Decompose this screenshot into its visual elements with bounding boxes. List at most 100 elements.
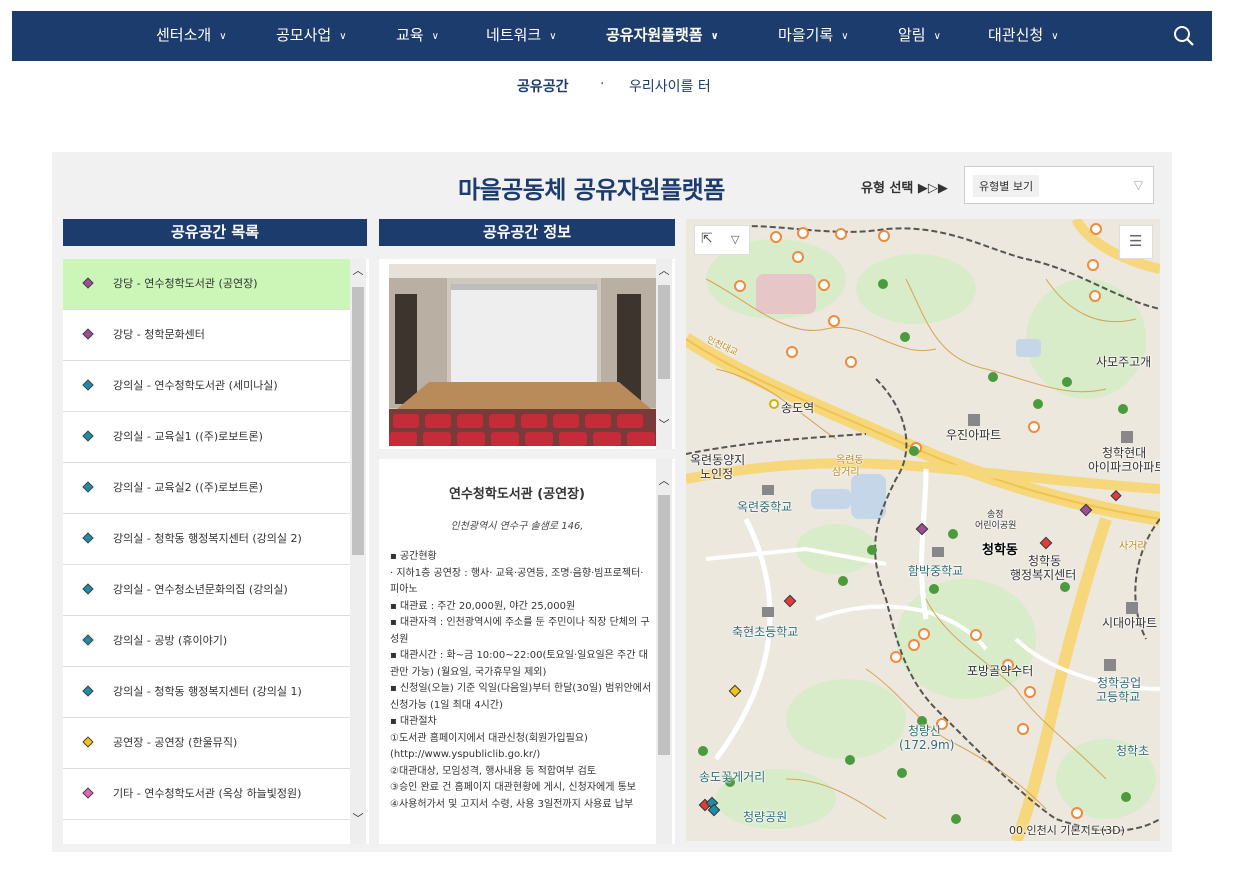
scroll-up-icon[interactable]: ︿	[656, 263, 672, 279]
list-item[interactable]	[63, 820, 350, 844]
chevron-down-icon: ∨	[431, 31, 439, 42]
list-item[interactable]: 강당 - 청학문화센터	[63, 310, 350, 361]
breadcrumb: 공유공간 · 우리사이를 터	[0, 76, 1233, 98]
nav-item-shared-platform[interactable]: 공유자원플랫폼 ∨	[606, 11, 719, 61]
space-name: 연수청학도서관 (공연장)	[448, 487, 585, 502]
nav-item-label: 공모사업	[276, 26, 332, 44]
list-item[interactable]: 강의실 - 청학동 행정복지센터 (강의실 1)	[63, 667, 350, 718]
list-item-label: 강의실 - 청학동 행정복지센터 (강의실 1)	[113, 685, 302, 698]
list-item-label: 강의실 - 연수청학도서관 (세미나실)	[113, 379, 278, 392]
nav-item-education[interactable]: 교육 ∨	[396, 11, 439, 61]
nav-item-label: 공유자원플랫폼	[606, 26, 703, 44]
chevron-down-icon: ∨	[933, 31, 941, 42]
scroll-down-icon[interactable]: ﹀	[350, 811, 366, 827]
nav-item-label: 센터소개	[156, 26, 212, 44]
cursor-icon: ⇱	[701, 231, 713, 247]
map-view[interactable]: ⇱ ▽ ☰ 송도역 우진아파트 사모주고개 청학현대 아이파크아파트 옥련동양지…	[686, 219, 1160, 841]
map-label: 노인정	[700, 467, 734, 481]
nav-item-village-record[interactable]: 마을기록 ∨	[778, 11, 849, 61]
info-line: ▪ 대관료 : 주간 20,000원, 야간 25,000원	[390, 600, 576, 612]
chevron-down-icon: ∨	[1051, 31, 1059, 42]
scroll-up-icon[interactable]: ︿	[350, 263, 366, 279]
auditorium-photo	[389, 264, 659, 446]
map-label: (172.9m)	[899, 738, 955, 752]
list-header: 공유공간 목록	[63, 219, 367, 246]
info-scrollbar[interactable]: ︿	[656, 459, 672, 844]
map-label: 청량공원	[743, 810, 788, 824]
scroll-down-icon[interactable]: ﹀	[656, 417, 672, 433]
list-item[interactable]: 강당 - 연수청학도서관 (공연장)	[63, 259, 350, 310]
list-scrollbar[interactable]: ︿ ﹀	[350, 259, 366, 844]
photo-scrollbar[interactable]: ︿ ﹀	[656, 259, 672, 449]
space-description: ▪ 공간현황 · 지하1층 공연장 : 행사· 교육·공연등, 조명·음향·빔프…	[390, 549, 652, 813]
list-item-label: 강당 - 청학문화센터	[113, 328, 205, 341]
shared-platform-panel: 마을공동체 공유자원플랫폼 유형 선택 ▶▷▶ 유형별 보기 ▽ 공유공간 목록…	[52, 152, 1172, 852]
chevron-down-icon: ▽	[1133, 178, 1143, 192]
breadcrumb-separator: ·	[600, 76, 605, 92]
chevron-down-icon: ∨	[339, 31, 347, 42]
info-line: ①도서관 홈페이지에서 대관신청(회원가입필요) (http://www.ysp…	[390, 732, 588, 761]
list-item[interactable]: 공연장 - 공연장 (한울뮤직)	[63, 718, 350, 769]
chevron-down-icon: ∨	[219, 31, 227, 42]
list-icon: ☰	[1129, 232, 1143, 250]
info-line: ▪ 대관시간 : 화~금 10:00~22:00(토요일·일요일은 주간 대관만…	[390, 650, 648, 678]
type-select-dropdown[interactable]: 유형별 보기 ▽	[964, 166, 1154, 204]
list-item[interactable]: 강의실 - 청학동 행정복지센터 (강의실 2)	[63, 514, 350, 565]
map-label: 행정복지센터	[1010, 568, 1077, 582]
nav-item-center-intro[interactable]: 센터소개 ∨	[156, 11, 227, 61]
chevron-down-icon: ∨	[841, 31, 849, 42]
list-item[interactable]: 강의실 - 연수청소년문화의집 (강의실)	[63, 565, 350, 616]
breadcrumb-current[interactable]: 공유공간	[517, 76, 569, 96]
map-label: 청학동	[982, 543, 1018, 558]
nav-item-label: 대관신청	[988, 26, 1044, 44]
list-item-label: 강의실 - 교육실2 ((주)로보트론)	[113, 481, 263, 494]
map-label: 옥련중학교	[737, 500, 793, 514]
list-item[interactable]: 강의실 - 교육실1 ((주)로보트론)	[63, 412, 350, 463]
scroll-thumb[interactable]	[658, 285, 670, 379]
list-item[interactable]: 기타 - 연수청학도서관 (옥상 하늘빛정원)	[63, 769, 350, 820]
search-icon[interactable]	[1172, 24, 1196, 48]
nav-item-contest[interactable]: 공모사업 ∨	[276, 11, 347, 61]
list-item-label: 강의실 - 연수청소년문화의집 (강의실)	[113, 583, 288, 596]
nav-item-label: 교육	[396, 26, 424, 44]
info-line: ④사용허가서 및 고지서 수령, 사용 3일전까지 사용료 납부	[390, 798, 634, 810]
diamond-marker-icon	[82, 736, 94, 748]
list-item[interactable]: 강의실 - 연수청학도서관 (세미나실)	[63, 361, 350, 412]
diamond-marker-icon	[82, 787, 94, 799]
info-header: 공유공간 정보	[379, 219, 675, 246]
info-line: ③승인 완료 건 홈페이지 대관현황에 게시, 신청자에게 통보	[390, 782, 636, 793]
diamond-marker-icon	[82, 634, 94, 646]
info-line: ▪ 대관절차	[390, 716, 437, 727]
nav-item-network[interactable]: 네트워크 ∨	[486, 11, 557, 61]
map-layers-button[interactable]: ☰	[1119, 225, 1153, 259]
map-label: 우진아파트	[946, 428, 1002, 442]
nav-item-rental[interactable]: 대관신청 ∨	[988, 11, 1059, 61]
list-item-label: 기타 - 연수청학도서관 (옥상 하늘빛정원)	[113, 787, 302, 800]
scroll-thumb[interactable]	[352, 287, 364, 555]
list-item-label: 강의실 - 청학동 행정복지센터 (강의실 2)	[113, 532, 302, 545]
diamond-marker-icon	[82, 685, 94, 697]
list-item[interactable]: 강의실 - 교육실2 ((주)로보트론)	[63, 463, 350, 514]
breadcrumb-next[interactable]: 우리사이를 터	[629, 76, 711, 96]
nav-item-label: 알림	[898, 26, 926, 44]
map-label: 함박중학교	[908, 564, 964, 578]
map-credit: 00.인천시 기본지도(3D)	[1009, 824, 1125, 837]
diamond-marker-icon	[82, 481, 94, 493]
map-label: 삼거리	[832, 467, 860, 478]
map-label: 고등학교	[1096, 690, 1141, 704]
map-label: 포방골약수터	[967, 664, 1034, 678]
nav-item-notice[interactable]: 알림 ∨	[898, 11, 941, 61]
list-item-label: 강의실 - 교육실1 ((주)로보트론)	[113, 430, 263, 443]
map-label: 어린이공원	[975, 521, 1017, 531]
scroll-up-icon[interactable]: ︿	[656, 473, 672, 489]
scroll-thumb[interactable]	[658, 495, 670, 755]
diamond-marker-icon	[82, 277, 94, 289]
chevron-down-icon: ∨	[710, 31, 719, 42]
map-tool-button[interactable]: ⇱ ▽	[694, 225, 750, 255]
map-label: 축현초등학교	[732, 625, 799, 639]
list-item[interactable]: 강의실 - 공방 (휴이야기)	[63, 616, 350, 667]
space-photo-panel: ︿ ﹀	[379, 259, 675, 449]
space-address: 인천광역시 연수구 솔샘로 146,	[450, 521, 584, 532]
type-select-value: 유형별 보기	[973, 175, 1040, 197]
chevron-down-icon: ∨	[549, 31, 557, 42]
